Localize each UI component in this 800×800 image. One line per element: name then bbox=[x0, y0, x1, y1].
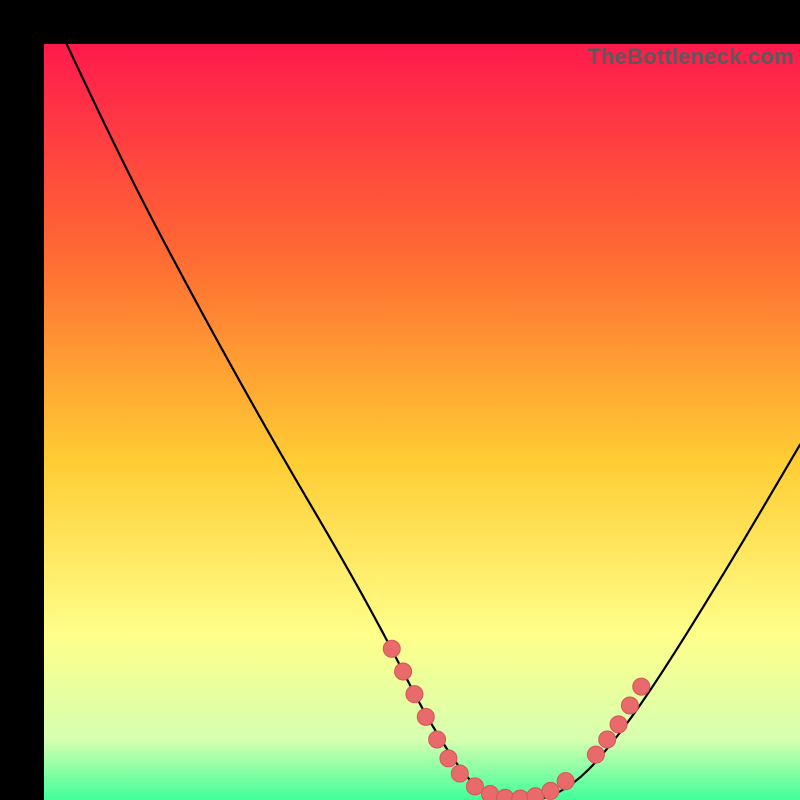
marker-dot bbox=[482, 785, 499, 800]
marker-dot bbox=[451, 765, 468, 782]
marker-dot bbox=[633, 678, 650, 695]
plot-area: TheBottleneck.com bbox=[44, 44, 800, 800]
marker-dot bbox=[466, 778, 483, 795]
marker-dot bbox=[542, 782, 559, 799]
marker-dot bbox=[429, 731, 446, 748]
marker-dot bbox=[395, 663, 412, 680]
marker-dot bbox=[527, 788, 544, 800]
marker-dot bbox=[512, 790, 529, 800]
marker-dot bbox=[383, 640, 400, 657]
marker-dot bbox=[497, 789, 514, 800]
marker-dot bbox=[587, 746, 604, 763]
curve-markers bbox=[383, 640, 649, 800]
chart-frame: TheBottleneck.com bbox=[0, 0, 800, 800]
marker-dot bbox=[610, 716, 627, 733]
marker-dot bbox=[599, 731, 616, 748]
chart-svg bbox=[44, 44, 800, 800]
marker-dot bbox=[417, 708, 434, 725]
marker-dot bbox=[621, 697, 638, 714]
bottleneck-curve bbox=[67, 44, 800, 800]
marker-dot bbox=[557, 773, 574, 790]
marker-dot bbox=[440, 750, 457, 767]
marker-dot bbox=[406, 686, 423, 703]
